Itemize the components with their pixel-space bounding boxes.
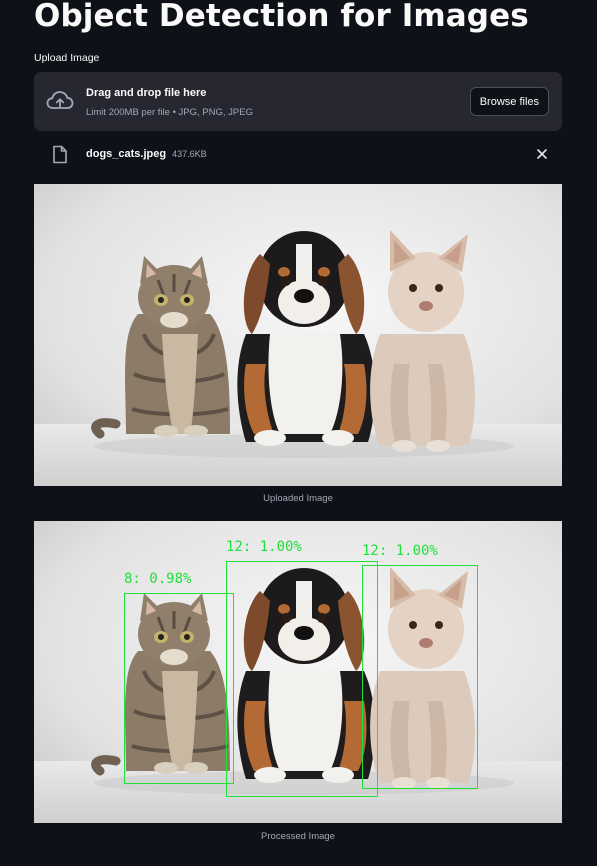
close-icon[interactable] <box>536 148 548 160</box>
dog-center <box>237 231 376 446</box>
uploaded-image-caption: Uploaded Image <box>263 493 333 504</box>
detection-box-dog-center <box>226 561 378 797</box>
detection-label-dog-center: 12: 1.00% <box>226 539 302 555</box>
detection-label-cat: 8: 0.98% <box>124 571 192 587</box>
dropzone-limit: Limit 200MB per file • JPG, PNG, JPEG <box>86 107 253 118</box>
dropzone-title: Drag and drop file here <box>86 87 207 99</box>
processed-image: 8: 0.98% 12: 1.00% 12: 1.00% <box>34 521 562 823</box>
file-name: dogs_cats.jpeg 437.6KB <box>86 148 207 160</box>
file-size: 437.6KB <box>172 149 207 159</box>
upload-label: Upload Image <box>34 52 100 64</box>
detection-label-dog-right: 12: 1.00% <box>362 543 438 559</box>
detection-box-dog-right <box>362 565 478 789</box>
cloud-upload-icon <box>46 91 74 109</box>
app-page: Object Detection for Images Upload Image… <box>0 0 597 866</box>
file-name-text: dogs_cats.jpeg <box>86 148 167 160</box>
processed-image-caption: Processed Image <box>261 831 335 842</box>
detection-box-cat <box>124 593 234 784</box>
uploaded-file-row: dogs_cats.jpeg 437.6KB <box>34 140 562 168</box>
file-icon <box>53 145 67 164</box>
uploaded-image <box>34 184 562 486</box>
browse-files-button[interactable]: Browse files <box>469 87 549 116</box>
page-title: Object Detection for Images <box>34 0 529 34</box>
file-dropzone[interactable]: Drag and drop file here Limit 200MB per … <box>34 72 562 131</box>
pets-photo <box>34 184 562 486</box>
